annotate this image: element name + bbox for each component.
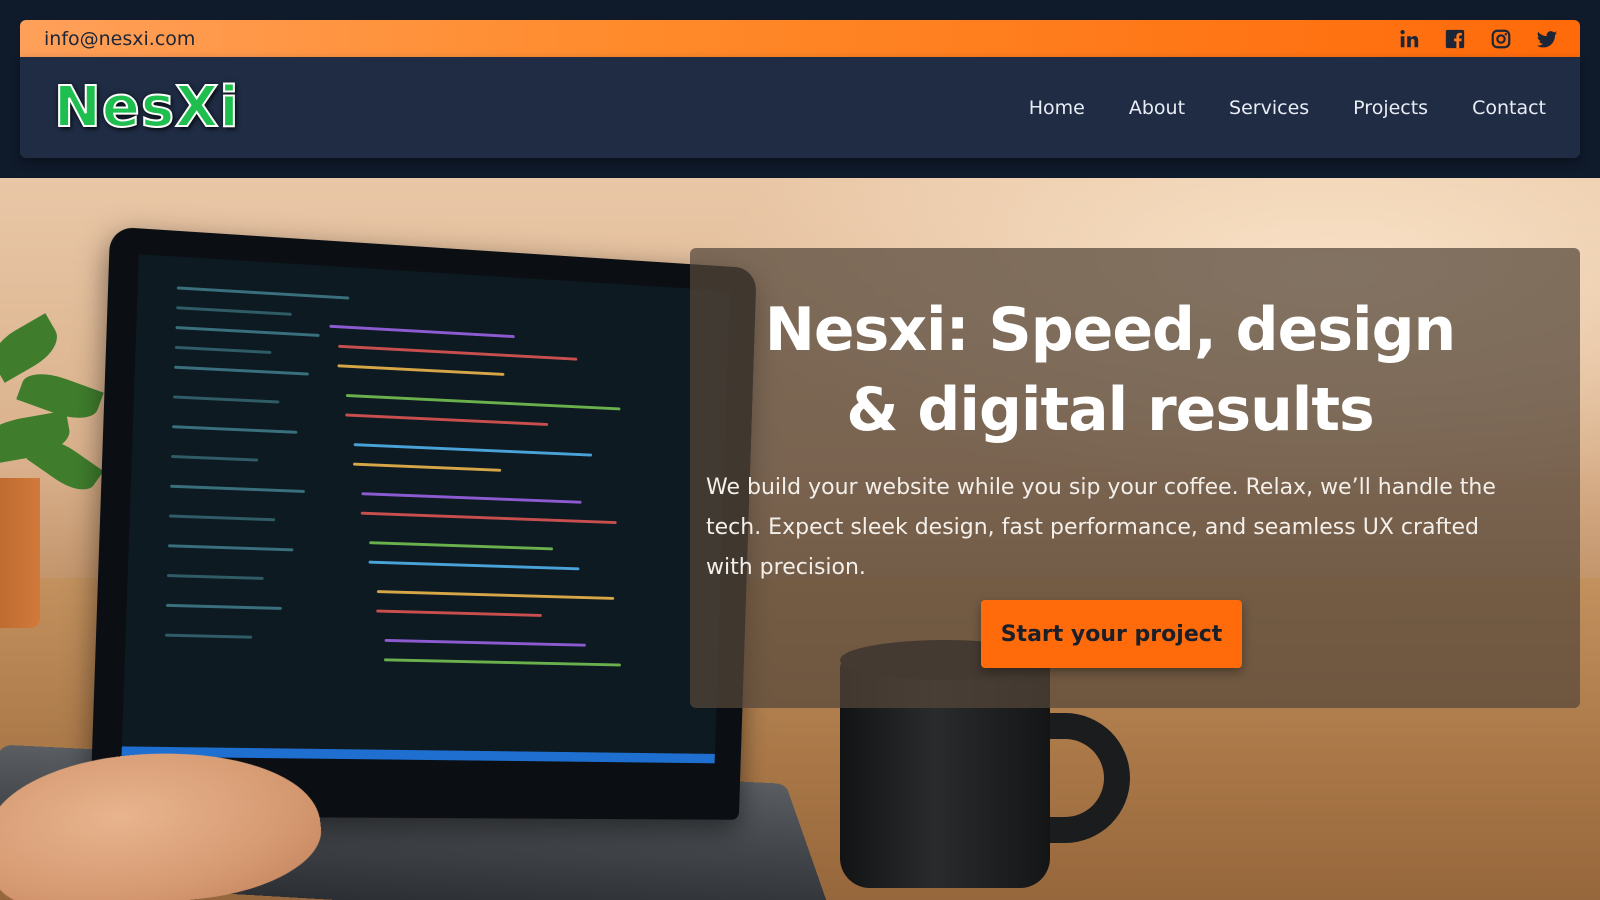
social-links: [1398, 28, 1558, 50]
instagram-icon[interactable]: [1490, 28, 1512, 50]
start-project-button[interactable]: Start your project: [981, 600, 1242, 668]
nav-link-about[interactable]: About: [1107, 89, 1207, 127]
code-line: [361, 492, 582, 504]
site-header: info@nesxi.com NesXi Home About Services…: [0, 0, 1600, 178]
site-logo[interactable]: NesXi: [53, 74, 240, 141]
plant-pot-image: [0, 478, 40, 628]
code-line: [176, 286, 350, 300]
plant-leaf: [0, 313, 66, 383]
code-line: [176, 306, 292, 316]
hero-section: Nesxi: Speed, design & digital results W…: [0, 178, 1600, 900]
code-line: [169, 514, 276, 522]
code-line: [383, 658, 621, 667]
linkedin-icon[interactable]: [1398, 28, 1420, 50]
main-nav: Home About Services Projects Contact: [1007, 89, 1546, 127]
top-contact-bar: info@nesxi.com: [20, 20, 1580, 57]
code-line: [172, 425, 298, 434]
contact-email-link[interactable]: info@nesxi.com: [44, 28, 195, 50]
code-line: [338, 344, 578, 361]
nav-link-services[interactable]: Services: [1207, 89, 1331, 127]
twitter-icon[interactable]: [1536, 28, 1558, 50]
code-line: [329, 324, 515, 339]
code-line: [167, 544, 294, 552]
facebook-icon[interactable]: [1444, 28, 1466, 50]
code-line: [345, 394, 621, 411]
code-line: [166, 574, 264, 580]
code-line: [175, 326, 320, 337]
code-line: [368, 560, 580, 571]
main-navbar: NesXi Home About Services Projects Conta…: [20, 57, 1580, 158]
nav-link-home[interactable]: Home: [1007, 89, 1107, 127]
hero-title: Nesxi: Speed, design & digital results: [764, 295, 1457, 445]
code-line: [360, 511, 617, 525]
code-line: [171, 454, 259, 462]
code-line: [173, 395, 280, 404]
code-editor-image: [121, 254, 730, 764]
nav-link-projects[interactable]: Projects: [1331, 89, 1450, 127]
nav-link-contact[interactable]: Contact: [1450, 89, 1546, 127]
code-line: [165, 603, 282, 610]
code-line: [174, 365, 309, 376]
code-line: [164, 633, 253, 639]
code-line: [353, 443, 593, 457]
code-line: [345, 413, 549, 426]
code-line: [353, 462, 502, 472]
hero-description: We build your website while you sip your…: [706, 475, 1496, 580]
code-line: [376, 609, 542, 617]
code-line: [369, 541, 554, 551]
code-line: [337, 364, 505, 376]
code-line: [174, 345, 272, 354]
code-line: [376, 590, 615, 600]
laptop-screen-image: [89, 226, 757, 820]
code-line: [384, 638, 586, 647]
code-line: [170, 484, 305, 493]
